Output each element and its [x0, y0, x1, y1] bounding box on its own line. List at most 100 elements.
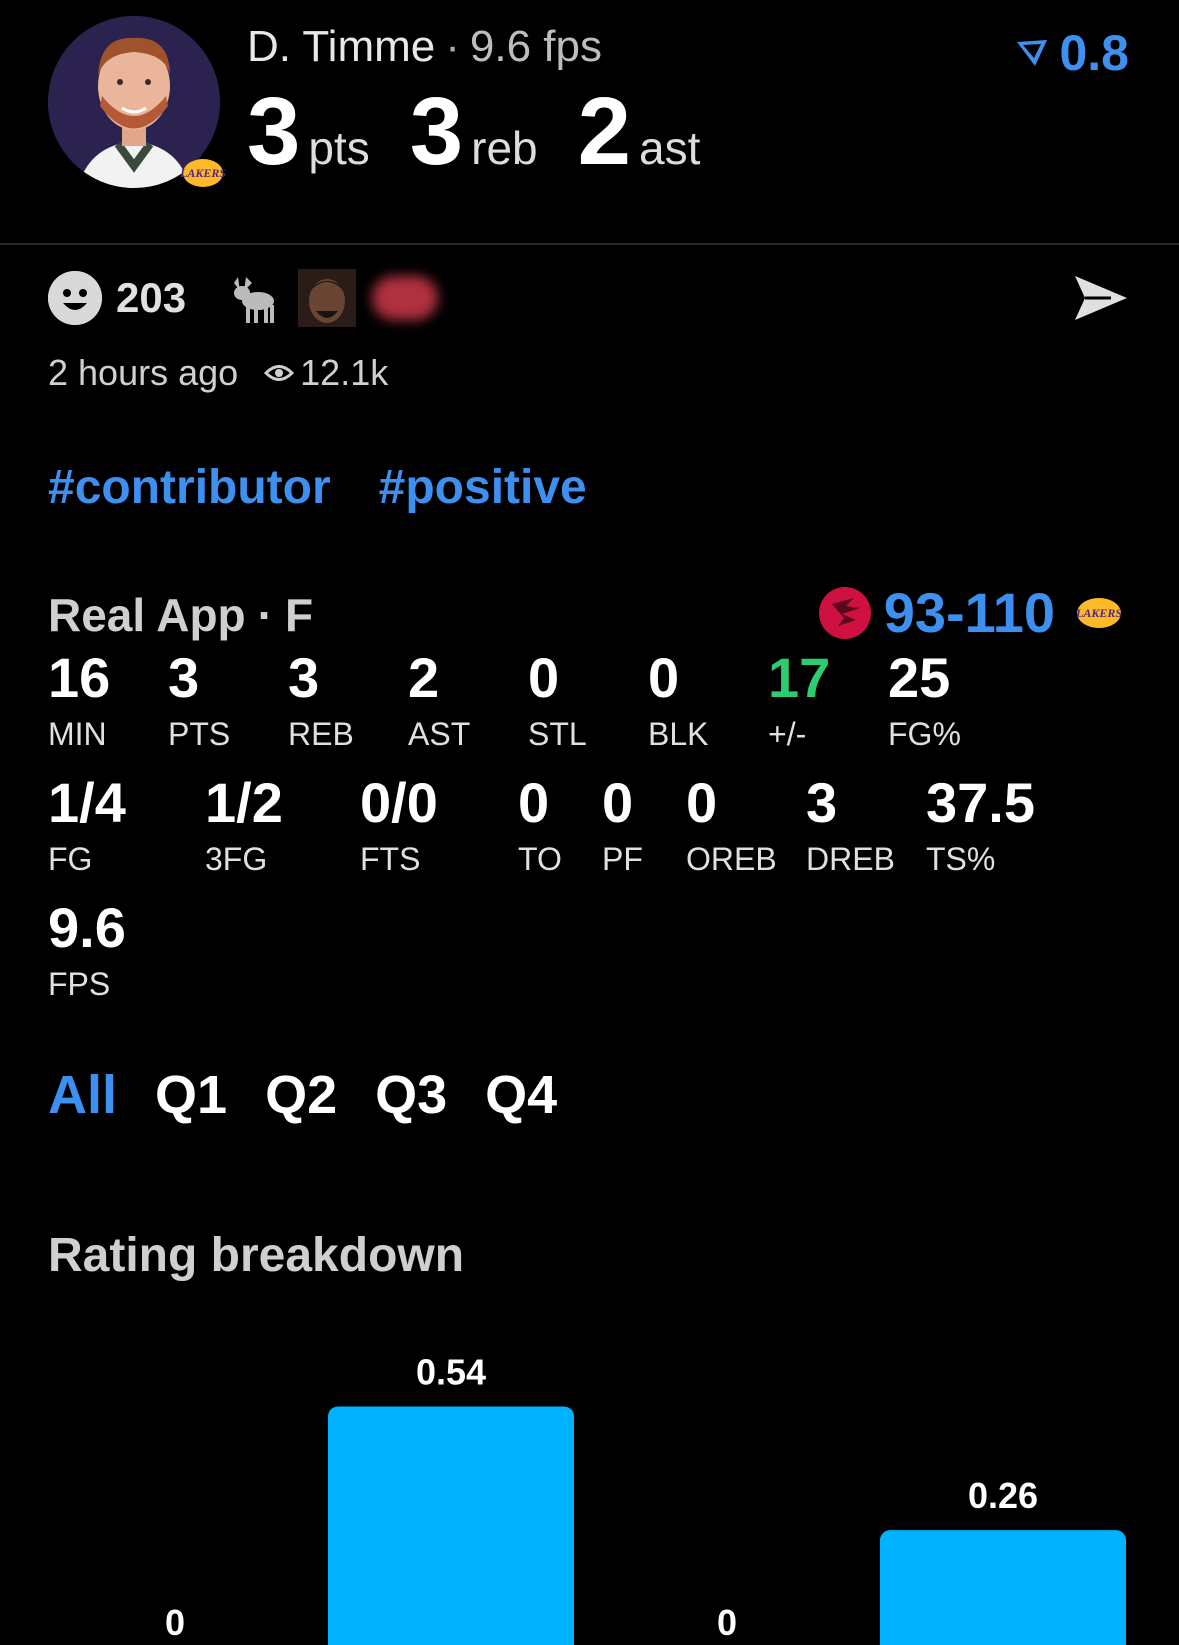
stat-label: REB: [288, 716, 354, 752]
headline-ast-value: 2: [577, 78, 632, 185]
lakers-logo-icon: LAKERS: [1075, 597, 1122, 628]
stat-label: FG: [48, 841, 93, 877]
eye-icon: [264, 365, 295, 381]
game-source: Real App · F: [48, 588, 313, 642]
headline-statline: 3 pts 3 reb 2 ast: [247, 84, 740, 180]
goat-icon[interactable]: [224, 269, 282, 327]
headline-reb-unit: reb: [471, 122, 538, 174]
stat-value: 16: [48, 646, 111, 709]
stat-value: 1/4: [48, 771, 126, 834]
stat-value: 0/0: [360, 771, 438, 834]
stat-min: 16 MIN: [48, 646, 111, 752]
stat-label: FG%: [888, 716, 961, 752]
tab-q2[interactable]: Q2: [265, 1064, 337, 1126]
stat-label: +/-: [768, 716, 807, 752]
blurred-reaction[interactable]: [372, 276, 439, 320]
post-time: 2 hours ago: [48, 352, 239, 393]
stat-value: 0: [528, 646, 560, 709]
player-fps: 9.6 fps: [469, 22, 602, 71]
chart-bar[interactable]: [328, 1406, 574, 1645]
quarter-tabs: All Q1 Q2 Q3 Q4: [48, 1064, 595, 1126]
headline-pts-value: 3: [247, 78, 301, 185]
rating-breakdown-title: Rating breakdown: [48, 1229, 465, 1282]
stat-pts: 3 PTS: [168, 646, 231, 752]
stat-label: FPS: [48, 966, 111, 1002]
player-name[interactable]: D. Timme: [247, 22, 435, 71]
svg-text:LAKERS: LAKERS: [1075, 606, 1122, 620]
tag-positive[interactable]: #positive: [379, 460, 587, 515]
tab-all[interactable]: All: [48, 1064, 117, 1126]
stat-dreb: 3 DREB: [806, 771, 895, 877]
tag-contributor[interactable]: #contributor: [48, 460, 331, 515]
reaction-count[interactable]: 203: [116, 274, 186, 322]
smiley-icon[interactable]: [48, 271, 102, 325]
stat-value: 37.5: [926, 771, 1035, 834]
player-name-line: D. Timme · 9.6 fps: [247, 22, 602, 72]
raptors-logo-icon: [818, 586, 871, 639]
chart-bar[interactable]: [880, 1530, 1126, 1645]
svg-text:LAKERS: LAKERS: [179, 166, 226, 180]
stat-value: 3: [288, 646, 320, 709]
stat-fps: 9.6 FPS: [48, 896, 126, 1002]
reactions-row: 203: [48, 266, 454, 330]
stat-label: TO: [518, 841, 562, 877]
send-icon[interactable]: [1071, 270, 1131, 326]
tab-q1[interactable]: Q1: [155, 1064, 227, 1126]
stat-ast: 2 AST: [408, 646, 471, 752]
stat-label: AST: [408, 716, 471, 752]
tab-q4[interactable]: Q4: [485, 1064, 557, 1126]
stat-fts: 0/0 FTS: [360, 771, 438, 877]
stat-to: 0 TO: [518, 771, 562, 877]
stat-value: 0: [602, 771, 634, 834]
stat-value: 1/2: [205, 771, 283, 834]
stat-ts-pct: 37.5 TS%: [926, 771, 1035, 876]
rating-value: 0.8: [1059, 25, 1129, 81]
chart-bar-label: 0: [165, 1602, 185, 1643]
stat-oreb: 0 OREB: [686, 771, 777, 877]
game-score[interactable]: 93-110 LAKERS: [816, 580, 1129, 645]
stat-blk: 0 BLK: [648, 646, 709, 752]
stat-label: MIN: [48, 716, 107, 752]
tab-q3[interactable]: Q3: [375, 1064, 447, 1126]
player-header: LAKERS D. Timme · 9.6 fps 3 pts 3 reb 2 ast 0…: [0, 0, 1179, 245]
headline-ast-unit: ast: [639, 122, 701, 174]
stat-value: 17: [768, 646, 831, 709]
stat-label: PTS: [168, 716, 231, 752]
face-avatar[interactable]: [298, 269, 357, 327]
stat-label: OREB: [686, 841, 777, 877]
stat-label: PF: [602, 841, 643, 877]
separator-dot: ·: [445, 22, 460, 71]
stat-value: 0: [648, 646, 680, 709]
chart-bar-label: 0.26: [968, 1475, 1038, 1516]
post-meta: 2 hours ago 12.1k: [48, 352, 388, 394]
stat-reb: 3 REB: [288, 646, 354, 752]
stat-value: 3: [806, 771, 838, 834]
stat-pf: 0 PF: [602, 771, 643, 877]
stat-label: STL: [528, 716, 587, 752]
tag-list: #contributor #positive: [48, 460, 635, 515]
stat-value: 0: [686, 771, 718, 834]
score-value: 93-110: [883, 581, 1055, 644]
stat-fg: 1/4 FG: [48, 771, 126, 877]
stat-label: BLK: [648, 716, 709, 752]
chart-bar-label: 0.54: [416, 1352, 486, 1393]
stat-fg-pct: 25 FG%: [888, 646, 961, 752]
stat-value: 3: [168, 646, 200, 709]
stat-value: 0: [518, 771, 550, 834]
stat-stl: 0 STL: [528, 646, 587, 752]
chart-bar-label: 0: [717, 1602, 737, 1643]
stat-value: 9.6: [48, 896, 126, 959]
stat-plus-minus: 17 +/-: [768, 646, 831, 752]
stat-label: DREB: [806, 841, 895, 877]
stat-value: 2: [408, 646, 440, 709]
headline-pts-unit: pts: [308, 122, 370, 174]
separator-dot: ·: [257, 589, 273, 641]
headline-reb-value: 3: [409, 78, 464, 185]
rating-badge[interactable]: 0.8: [1013, 24, 1129, 82]
stat-value: 25: [888, 646, 951, 709]
header-divider: [0, 243, 1179, 245]
stat-label: FTS: [360, 841, 421, 877]
rating-arrow-icon: [1017, 40, 1048, 66]
game-source-name: Real App: [48, 589, 246, 641]
stat-label: 3FG: [205, 841, 268, 877]
